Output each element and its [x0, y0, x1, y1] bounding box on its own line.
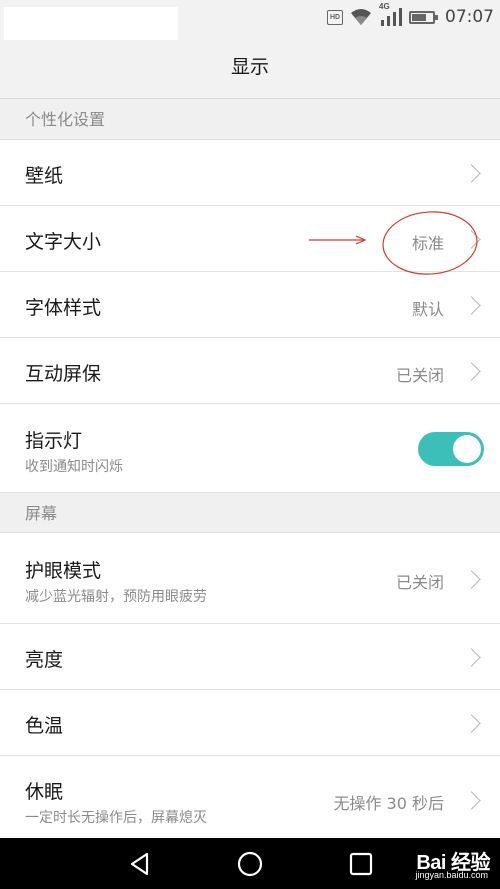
settings-row-eye-care[interactable]: 护眼模式 减少蓝光辐射，预防用眼疲劳 已关闭 [0, 533, 500, 624]
status-redacted-area [4, 7, 178, 41]
settings-row-sleep[interactable]: 休眠 一定时长无操作后，屏幕熄灭 无操作 30 秒后 [0, 756, 500, 838]
row-title: 字体样式 [25, 297, 102, 319]
row-title: 护眼模式 [25, 560, 102, 582]
chevron-right-icon [462, 791, 481, 810]
settings-row-indicator-light[interactable]: 指示灯 收到通知时闪烁 [0, 404, 500, 493]
settings-row-font-size[interactable]: 文字大小 标准 [0, 206, 500, 272]
chevron-right-icon [462, 296, 481, 315]
navigation-bar: Bai 经验 jingyan.baidu.com [0, 838, 500, 889]
back-icon[interactable] [126, 850, 154, 878]
recents-icon[interactable] [347, 850, 375, 878]
home-icon[interactable] [236, 850, 264, 878]
row-title: 亮度 [25, 649, 64, 671]
settings-row-screensaver[interactable]: 互动屏保 已关闭 [0, 338, 500, 404]
page-title: 显示 [0, 40, 500, 99]
chevron-right-icon [462, 362, 481, 381]
toggle-knob [453, 435, 481, 463]
settings-row-color-temp[interactable]: 色温 [0, 690, 500, 756]
settings-row-brightness[interactable]: 亮度 [0, 624, 500, 690]
chevron-right-icon [462, 648, 481, 667]
row-title: 色温 [25, 715, 64, 737]
status-time: 07:07 [445, 7, 494, 27]
status-icons: HD 4G 07:07 [327, 2, 494, 28]
hd-icon: HD [327, 9, 343, 25]
indicator-toggle[interactable] [418, 432, 484, 466]
row-title: 壁纸 [25, 165, 64, 187]
chevron-right-icon [462, 164, 481, 183]
row-value: 无操作 30 秒后 [333, 794, 444, 813]
row-value: 标准 [411, 234, 444, 253]
row-title: 休眠 [25, 781, 64, 803]
chevron-right-icon [462, 714, 481, 733]
wifi-icon [351, 9, 371, 25]
chevron-right-icon [462, 570, 481, 589]
section-header-screen: 屏幕 [0, 493, 500, 533]
row-value: 已关闭 [395, 573, 444, 592]
row-value: 已关闭 [395, 366, 444, 385]
settings-row-font-style[interactable]: 字体样式 默认 [0, 272, 500, 338]
baidu-watermark-url: jingyan.baidu.com [415, 870, 488, 880]
row-subtitle: 一定时长无操作后，屏幕熄灭 [25, 810, 207, 826]
battery-level [412, 13, 426, 21]
row-title: 文字大小 [25, 231, 102, 253]
section-header-personal: 个性化设置 [0, 99, 500, 140]
cell-signal-icon: 4G [379, 2, 403, 27]
battery-icon [409, 10, 438, 24]
row-title: 指示灯 [25, 430, 83, 452]
settings-row-wallpaper[interactable]: 壁纸 [0, 140, 500, 206]
status-bar: HD 4G 07:07 [0, 0, 500, 41]
row-value: 默认 [411, 300, 444, 319]
row-subtitle: 收到通知时闪烁 [25, 459, 123, 475]
chevron-right-icon [462, 230, 481, 249]
row-title: 互动屏保 [25, 363, 102, 385]
row-subtitle: 减少蓝光辐射，预防用眼疲劳 [25, 589, 207, 605]
